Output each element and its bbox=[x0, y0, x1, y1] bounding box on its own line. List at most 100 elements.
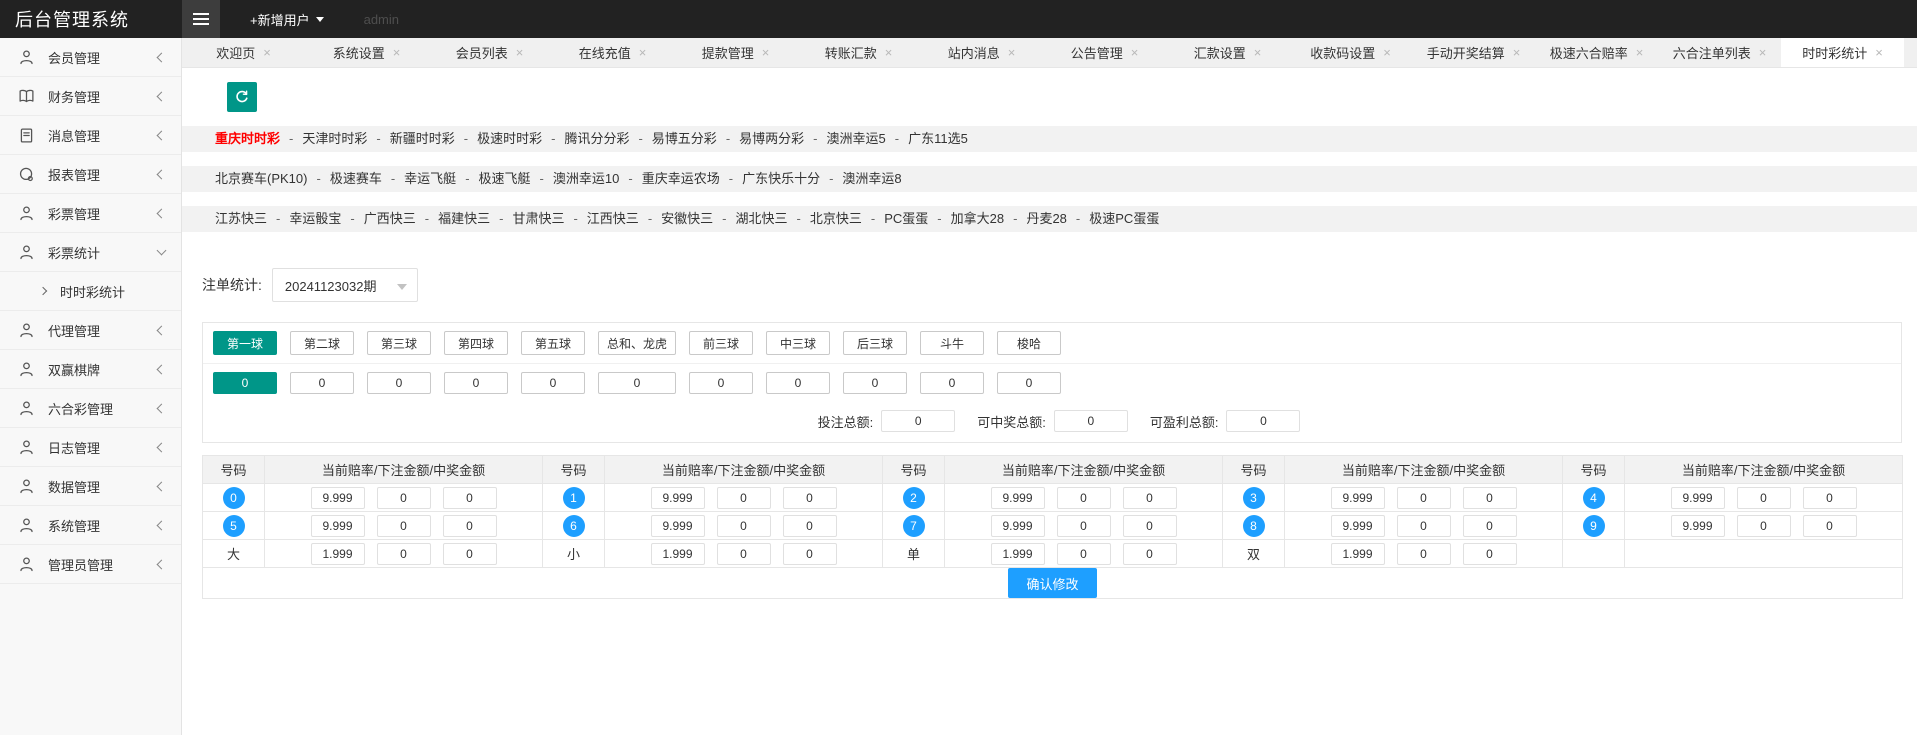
tab-7[interactable]: 站内消息 × bbox=[920, 38, 1043, 67]
lottery-link[interactable]: 甘肃快三 bbox=[512, 211, 564, 226]
ball-tab-10[interactable]: 斗牛 bbox=[920, 331, 984, 355]
ball-tab-8[interactable]: 中三球 bbox=[766, 331, 830, 355]
add-user-menu[interactable]: +新增用户 bbox=[250, 10, 324, 29]
lottery-link[interactable]: 极速飞艇 bbox=[479, 171, 531, 186]
win-amount-field[interactable] bbox=[782, 486, 837, 509]
lottery-link[interactable]: 重庆时时彩 bbox=[215, 131, 280, 146]
sidebar-item-10[interactable]: 日志管理 bbox=[0, 428, 181, 467]
tab-14[interactable]: 时时彩统计 × bbox=[1781, 38, 1904, 67]
tab-10[interactable]: 收款码设置 × bbox=[1289, 38, 1412, 67]
tab-5[interactable]: 提款管理 × bbox=[674, 38, 797, 67]
lottery-link[interactable]: 天津时时彩 bbox=[302, 131, 367, 146]
tab-close-icon[interactable]: × bbox=[393, 45, 401, 60]
bet-amount-field[interactable] bbox=[716, 486, 771, 509]
odds-input-field[interactable] bbox=[990, 486, 1045, 509]
sidebar-item-11[interactable]: 数据管理 bbox=[0, 467, 181, 506]
bet-amount-field[interactable] bbox=[716, 514, 771, 537]
win-amount-field[interactable] bbox=[442, 514, 497, 537]
odds-input-field[interactable] bbox=[1670, 514, 1725, 537]
win-amount-field[interactable] bbox=[1462, 514, 1517, 537]
tab-close-icon[interactable]: × bbox=[1131, 45, 1139, 60]
lottery-link[interactable]: 福建快三 bbox=[438, 211, 490, 226]
lottery-link[interactable]: 北京快三 bbox=[810, 211, 862, 226]
tab-4[interactable]: 在线充值 × bbox=[551, 38, 674, 67]
sidebar-item-3[interactable]: 消息管理 bbox=[0, 116, 181, 155]
lottery-link[interactable]: 广东快乐十分 bbox=[742, 171, 820, 186]
ball-tab-4[interactable]: 第四球 bbox=[444, 331, 508, 355]
lottery-link[interactable]: 新疆时时彩 bbox=[390, 131, 455, 146]
odds-input-field[interactable] bbox=[1330, 486, 1385, 509]
odds-input-field[interactable] bbox=[310, 486, 365, 509]
ball-tab-6[interactable]: 总和、龙虎 bbox=[598, 331, 676, 355]
lottery-link[interactable]: PC蛋蛋 bbox=[884, 211, 928, 226]
ball-tab-1[interactable]: 第一球 bbox=[213, 331, 277, 355]
sidebar-item-5[interactable]: 彩票管理 bbox=[0, 194, 181, 233]
lottery-link[interactable]: 湖北快三 bbox=[736, 211, 788, 226]
tab-close-icon[interactable]: × bbox=[1513, 45, 1521, 60]
lottery-link[interactable]: 广西快三 bbox=[364, 211, 416, 226]
tab-close-icon[interactable]: × bbox=[639, 45, 647, 60]
odds-input-field[interactable] bbox=[990, 514, 1045, 537]
win-amount-field[interactable] bbox=[442, 542, 497, 565]
tab-3[interactable]: 会员列表 × bbox=[428, 38, 551, 67]
lottery-link[interactable]: 澳洲幸运5 bbox=[827, 131, 886, 146]
current-user[interactable]: admin bbox=[364, 12, 399, 27]
summary-value-3[interactable] bbox=[1226, 410, 1301, 432]
sidebar-item-6[interactable]: 彩票统计 bbox=[0, 233, 181, 272]
bet-amount-field[interactable] bbox=[376, 486, 431, 509]
bet-amount-field[interactable] bbox=[1056, 514, 1111, 537]
sidebar-toggle-button[interactable] bbox=[182, 0, 220, 38]
sidebar-item-8[interactable]: 双赢棋牌 bbox=[0, 350, 181, 389]
bet-amount-field[interactable] bbox=[1396, 542, 1451, 565]
tab-close-icon[interactable]: × bbox=[762, 45, 770, 60]
win-amount-field[interactable] bbox=[1802, 486, 1857, 509]
lottery-link[interactable]: 极速时时彩 bbox=[477, 131, 542, 146]
tab-close-icon[interactable]: × bbox=[1383, 45, 1391, 60]
odds-input-field[interactable] bbox=[650, 514, 705, 537]
ball-tab-5[interactable]: 第五球 bbox=[521, 331, 585, 355]
tab-close-icon[interactable]: × bbox=[1759, 45, 1767, 60]
sidebar-item-2[interactable]: 财务管理 bbox=[0, 77, 181, 116]
tab-close-icon[interactable]: × bbox=[1008, 45, 1016, 60]
sidebar-subitem[interactable]: 时时彩统计 bbox=[0, 272, 181, 311]
odds-input-field[interactable] bbox=[650, 542, 705, 565]
lottery-link[interactable]: 易博两分彩 bbox=[739, 131, 804, 146]
tab-11[interactable]: 手动开奖结算 × bbox=[1412, 38, 1535, 67]
lottery-link[interactable]: 澳洲幸运8 bbox=[842, 171, 901, 186]
odds-input-field[interactable] bbox=[1670, 486, 1725, 509]
win-amount-field[interactable] bbox=[782, 542, 837, 565]
lottery-link[interactable]: 江苏快三 bbox=[215, 211, 267, 226]
win-amount-field[interactable] bbox=[1462, 486, 1517, 509]
tab-close-icon[interactable]: × bbox=[1636, 45, 1644, 60]
bet-amount-field[interactable] bbox=[1056, 486, 1111, 509]
lottery-link[interactable]: 幸运飞艇 bbox=[404, 171, 456, 186]
tab-13[interactable]: 六合注单列表 × bbox=[1658, 38, 1781, 67]
odds-input-field[interactable] bbox=[650, 486, 705, 509]
bet-amount-field[interactable] bbox=[1056, 542, 1111, 565]
sidebar-item-4[interactable]: 报表管理 bbox=[0, 155, 181, 194]
ball-tab-7[interactable]: 前三球 bbox=[689, 331, 753, 355]
odds-input-field[interactable] bbox=[310, 514, 365, 537]
bet-amount-field[interactable] bbox=[716, 542, 771, 565]
bet-amount-field[interactable] bbox=[1736, 514, 1791, 537]
odds-input-field[interactable] bbox=[310, 542, 365, 565]
summary-value-1[interactable] bbox=[881, 410, 956, 432]
tab-12[interactable]: 极速六合赔率 × bbox=[1535, 38, 1658, 67]
lottery-link[interactable]: 安徽快三 bbox=[661, 211, 713, 226]
lottery-link[interactable]: 加拿大28 bbox=[951, 211, 1004, 226]
period-select[interactable]: 20241123032期 bbox=[271, 268, 418, 302]
ball-tab-11[interactable]: 梭哈 bbox=[997, 331, 1061, 355]
tab-9[interactable]: 汇款设置 × bbox=[1166, 38, 1289, 67]
tab-close-icon[interactable]: × bbox=[516, 45, 524, 60]
tab-1[interactable]: 欢迎页 × bbox=[182, 38, 305, 67]
lottery-link[interactable]: 易博五分彩 bbox=[652, 131, 717, 146]
odds-input-field[interactable] bbox=[990, 542, 1045, 565]
confirm-modify-button[interactable]: 确认修改 bbox=[1008, 568, 1097, 598]
refresh-button[interactable] bbox=[227, 82, 257, 112]
sidebar-item-12[interactable]: 系统管理 bbox=[0, 506, 181, 545]
lottery-link[interactable]: 幸运骰宝 bbox=[289, 211, 341, 226]
lottery-link[interactable]: 极速赛车 bbox=[330, 171, 382, 186]
lottery-link[interactable]: 江西快三 bbox=[587, 211, 639, 226]
bet-amount-field[interactable] bbox=[1736, 486, 1791, 509]
win-amount-field[interactable] bbox=[782, 514, 837, 537]
